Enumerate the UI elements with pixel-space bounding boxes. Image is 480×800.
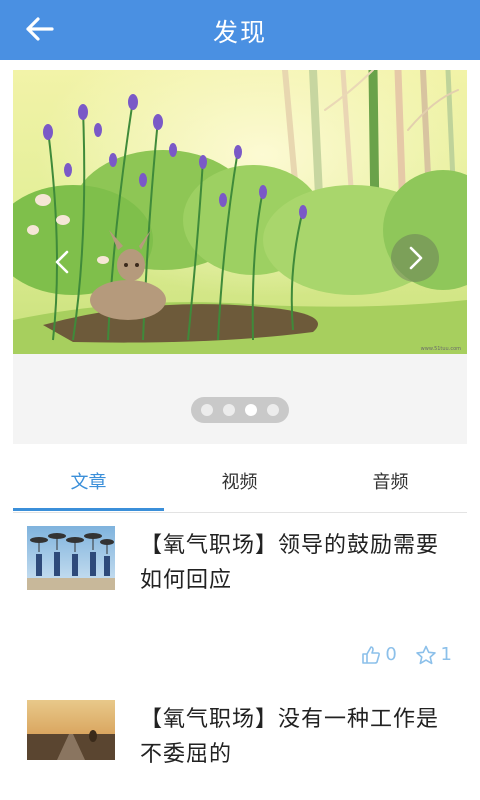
tab-label: 音频 [372,472,409,493]
banner-carousel[interactable]: www.51tuu.com [13,70,467,444]
like-count: 0 [385,644,397,665]
carousel-dot-active[interactable] [245,404,257,416]
tab-audio[interactable]: 音频 [315,458,466,510]
tab-articles[interactable]: 文章 [13,458,164,511]
banner-image: www.51tuu.com [13,70,467,354]
article-title: 【氧气职场】没有一种工作是不委屈的 [140,707,440,767]
tab-videos[interactable]: 视频 [164,458,315,510]
tab-active-indicator [13,508,164,511]
content-tabs: 文章 视频 音频 [13,458,467,513]
favorite-button[interactable]: 1 [415,644,452,665]
carousel-next-button[interactable] [391,234,439,282]
article-title: 【氧气职场】领导的鼓励需要如何回应 [140,533,440,593]
article-stats: 0 1 [349,644,452,668]
star-icon [415,645,436,664]
top-app-bar: 发现 [0,0,480,60]
favorite-count: 1 [440,644,452,665]
article-thumbnail [27,526,115,590]
article-item[interactable]: 【氧气职场】没有一种工作是不委屈的 [0,694,480,800]
article-item[interactable]: 【氧气职场】领导的鼓励需要如何回应 0 1 [0,520,480,680]
carousel-dot[interactable] [223,404,235,416]
article-thumbnail [27,700,115,760]
carousel-dot[interactable] [201,404,213,416]
carousel-indicator [191,397,289,423]
thumbs-up-icon [362,645,381,664]
page-title: 发现 [212,18,267,47]
tab-label: 文章 [70,472,107,493]
like-button[interactable]: 0 [361,644,397,665]
carousel-prev-button[interactable] [39,238,87,286]
carousel-dot[interactable] [267,404,279,416]
tab-label: 视频 [221,472,258,493]
chevron-left-icon [55,250,69,274]
banner-watermark: www.51tuu.com [421,346,461,352]
chevron-right-icon [409,246,423,270]
